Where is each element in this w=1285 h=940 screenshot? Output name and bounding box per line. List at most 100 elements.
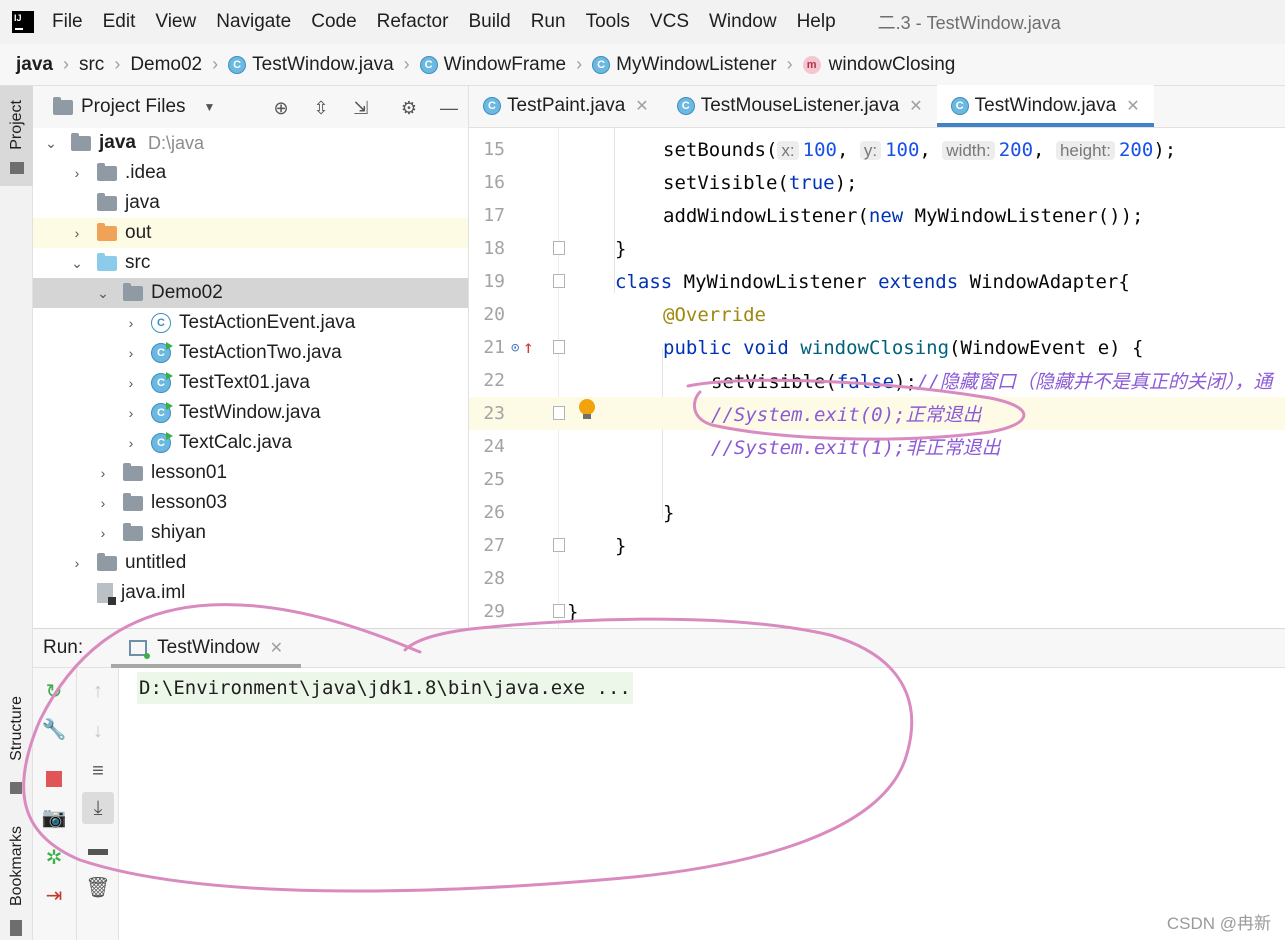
tool-tab-structure[interactable]: Structure <box>8 696 26 761</box>
expand-all-icon[interactable]: ⇳ <box>309 96 333 120</box>
tree-item-java-root[interactable]: ⌄ java D:\java <box>33 128 468 158</box>
stop-icon[interactable] <box>41 766 67 792</box>
tree-item-testactionevent[interactable]: › C TestActionEvent.java <box>33 308 468 338</box>
overrides-method-icon[interactable]: ⊙ <box>511 340 519 356</box>
code-editor[interactable]: 15 setBounds(x: 100, y: 100, width: 200, he… <box>469 128 1285 628</box>
menu-view[interactable]: View <box>155 11 196 33</box>
chevron-down-icon[interactable]: ⌄ <box>95 285 111 302</box>
menu-tools[interactable]: Tools <box>586 11 630 33</box>
console-output-line: D:\Environment\java\jdk1.8\bin\java.exe … <box>137 672 633 704</box>
tree-item-untitled[interactable]: › untitled <box>33 548 468 578</box>
run-toolbar-secondary: ↑ ↓ ≡ ⤓ ▬ 🗑 <box>77 668 119 940</box>
close-icon[interactable]: ✕ <box>635 96 648 116</box>
tree-item-textcalc[interactable]: › C TextCalc.java <box>33 428 468 458</box>
breadcrumb-item-project[interactable]: java <box>16 54 53 76</box>
fold-icon[interactable] <box>553 340 565 354</box>
wrench-icon[interactable]: 🔧 <box>41 716 67 742</box>
breadcrumb-item-inner-class[interactable]: C MyWindowListener <box>592 54 777 76</box>
tree-item-java-iml[interactable]: › java.iml <box>33 578 468 608</box>
chevron-right-icon[interactable]: › <box>95 525 111 541</box>
tab-testpaint[interactable]: C TestPaint.java ✕ <box>469 85 663 127</box>
tab-testwindow[interactable]: C TestWindow.java ✕ <box>936 85 1154 127</box>
chevron-right-icon[interactable]: › <box>95 465 111 481</box>
exit-icon[interactable]: ⇥ <box>41 882 67 908</box>
app-logo[interactable]: IJ <box>12 11 34 33</box>
tree-item-lesson03[interactable]: › lesson03 <box>33 488 468 518</box>
locate-icon[interactable]: ⊕ <box>269 96 293 120</box>
menu-run[interactable]: Run <box>531 11 566 33</box>
chevron-right-icon[interactable]: › <box>95 495 111 511</box>
down-arrow-icon[interactable]: ↓ <box>85 718 111 744</box>
tree-item-java[interactable]: › java <box>33 188 468 218</box>
chevron-right-icon[interactable]: › <box>123 435 139 451</box>
run-panel-header: Run: TestWindow ✕ <box>33 628 1285 668</box>
code-text: //System.exit(0);正常退出 <box>711 404 982 426</box>
tree-item-demo02[interactable]: ⌄ Demo02 <box>33 278 468 308</box>
chevron-right-icon[interactable]: › <box>123 405 139 421</box>
close-icon[interactable]: ✕ <box>1126 96 1139 116</box>
run-tab-testwindow[interactable]: TestWindow ✕ <box>111 628 301 668</box>
code-text: setVisible(false);//隐藏窗口（隐藏并不是真正的关闭），通 <box>711 371 1273 393</box>
menu-build[interactable]: Build <box>468 11 510 33</box>
breadcrumb-item-file[interactable]: C TestWindow.java <box>228 54 394 76</box>
close-icon[interactable]: ✕ <box>270 638 283 658</box>
project-view-selector[interactable]: Project Files <box>81 96 186 118</box>
chevron-right-icon[interactable]: › <box>69 225 85 241</box>
menu-code[interactable]: Code <box>311 11 356 33</box>
menu-edit[interactable]: Edit <box>103 11 136 33</box>
tree-item-out[interactable]: › out <box>33 218 468 248</box>
trash-icon[interactable]: 🗑 <box>85 874 111 900</box>
menu-window[interactable]: Window <box>709 11 777 33</box>
tree-item-label: java.iml <box>121 582 186 603</box>
tool-tab-bookmarks[interactable]: Bookmarks <box>8 826 26 906</box>
up-arrow-icon[interactable]: ↑ <box>523 337 534 358</box>
tree-item-testtext01[interactable]: › C TestText01.java <box>33 368 468 398</box>
package-icon <box>123 522 143 541</box>
tree-item-shiyan[interactable]: › shiyan <box>33 518 468 548</box>
tree-item-label: shiyan <box>151 522 206 543</box>
chevron-right-icon[interactable]: › <box>69 165 85 181</box>
fold-icon[interactable] <box>553 241 565 255</box>
menu-file[interactable]: File <box>52 11 83 33</box>
gear-icon[interactable]: ⚙ <box>397 96 421 120</box>
print-icon[interactable]: ▬ <box>85 836 111 862</box>
chevron-right-icon[interactable]: › <box>123 345 139 361</box>
debug-icon[interactable]: ✲ <box>41 844 67 870</box>
tab-testmouselistener[interactable]: C TestMouseListener.java ✕ <box>663 85 937 127</box>
tree-item-lesson01[interactable]: › lesson01 <box>33 458 468 488</box>
run-console[interactable]: D:\Environment\java\jdk1.8\bin\java.exe … <box>119 668 1285 940</box>
breadcrumb-item-package[interactable]: Demo02 <box>130 54 202 76</box>
chevron-right-icon[interactable]: › <box>123 375 139 391</box>
chevron-down-icon[interactable]: ⌄ <box>69 255 85 272</box>
fold-icon[interactable] <box>553 538 565 552</box>
minimize-icon[interactable]: — <box>437 96 461 120</box>
collapse-all-icon[interactable]: ⇲ <box>349 96 373 120</box>
menu-vcs[interactable]: VCS <box>650 11 689 33</box>
close-icon[interactable]: ✕ <box>909 96 922 116</box>
tree-item-src[interactable]: ⌄ src <box>33 248 468 278</box>
fold-icon[interactable] <box>553 406 565 420</box>
tree-item-label: TestWindow.java <box>179 402 321 423</box>
soft-wrap-icon[interactable]: ≡ <box>85 758 111 784</box>
menu-navigate[interactable]: Navigate <box>216 11 291 33</box>
scroll-to-end-icon[interactable]: ⤓ <box>82 792 114 824</box>
fold-icon[interactable] <box>553 274 565 288</box>
tree-item-idea[interactable]: › .idea <box>33 158 468 188</box>
menu-help[interactable]: Help <box>797 11 836 33</box>
chevron-down-icon[interactable]: ▼ <box>204 100 216 114</box>
tree-item-testactiontwo[interactable]: › C TestActionTwo.java <box>33 338 468 368</box>
breadcrumb-item-method[interactable]: m windowClosing <box>802 54 955 76</box>
chevron-right-icon[interactable]: › <box>69 555 85 571</box>
rerun-icon[interactable]: ↻ <box>41 678 67 704</box>
camera-icon[interactable]: 📷 <box>41 804 67 830</box>
chevron-right-icon[interactable]: › <box>123 315 139 331</box>
tool-tab-project[interactable]: Project <box>0 86 33 186</box>
fold-icon[interactable] <box>553 604 565 618</box>
up-arrow-icon[interactable]: ↑ <box>85 678 111 704</box>
chevron-down-icon[interactable]: ⌄ <box>43 135 59 152</box>
breadcrumb-item-class[interactable]: C WindowFrame <box>419 54 566 76</box>
bulb-icon[interactable] <box>579 399 595 419</box>
tree-item-testwindow[interactable]: › C TestWindow.java <box>33 398 468 428</box>
breadcrumb-item-src[interactable]: src <box>79 54 104 76</box>
menu-refactor[interactable]: Refactor <box>377 11 449 33</box>
